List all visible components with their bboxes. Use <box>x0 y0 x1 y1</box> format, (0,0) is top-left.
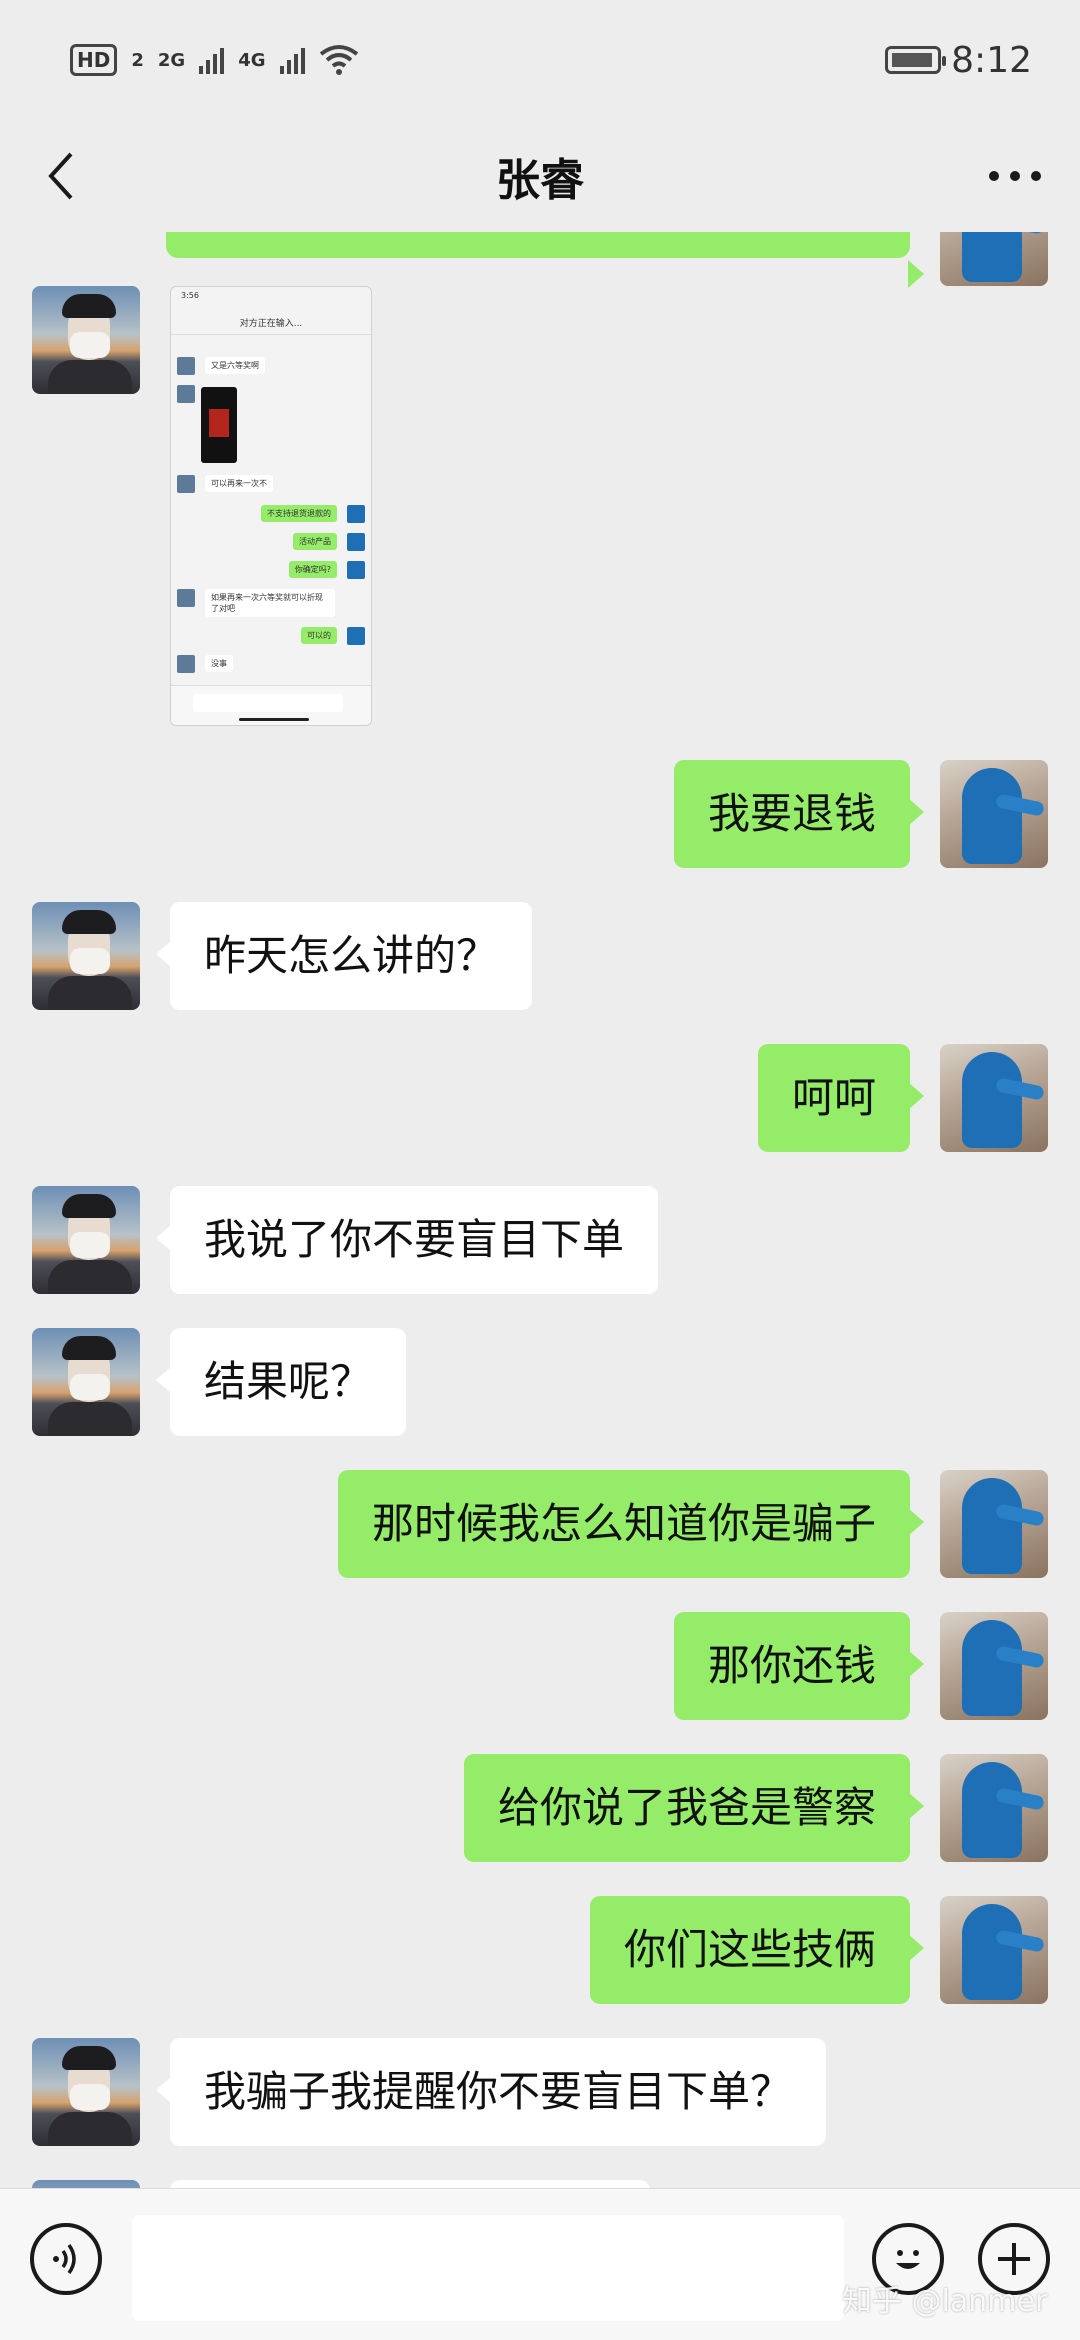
battery-icon <box>885 46 947 74</box>
shot-avatar <box>177 655 195 673</box>
shot-message: 活动产品 <box>293 533 337 550</box>
avatar-other[interactable] <box>32 1328 140 1436</box>
network-4g-label: 4G <box>238 49 266 71</box>
voice-button[interactable] <box>30 2223 102 2295</box>
back-button[interactable] <box>30 146 90 206</box>
hd-sub-label: 2 <box>131 49 144 71</box>
avatar-self[interactable] <box>940 1470 1048 1578</box>
watermark: 知乎 @lanmer <box>842 2284 1048 2319</box>
shot-message: 你确定吗? <box>288 561 337 578</box>
message-bubble-partial[interactable] <box>170 2180 650 2188</box>
network-2g-label: 2G <box>157 49 186 71</box>
shot-message: 不支持退货退款的 <box>261 505 337 522</box>
shot-message: 可以的 <box>301 627 337 644</box>
avatar-self[interactable] <box>940 1612 1048 1720</box>
message-bubble[interactable]: 那你还钱 <box>673 1612 925 1720</box>
signal-icon-2 <box>279 46 305 74</box>
shot-message: 没事 <box>205 655 233 672</box>
avatar-self[interactable] <box>940 232 1048 286</box>
avatar-self[interactable] <box>940 1754 1048 1862</box>
message-bubble[interactable]: 我说了你不要盲目下单 <box>155 1186 659 1294</box>
chevron-left-icon <box>48 152 73 200</box>
message-bubble[interactable]: 那时候我怎么知道你是骗子 <box>337 1470 925 1578</box>
shot-avatar <box>177 385 195 403</box>
message-bubble[interactable]: 结果呢？ <box>155 1328 407 1436</box>
message-bubble-partial[interactable] <box>166 232 924 288</box>
signal-icon <box>199 46 225 74</box>
voice-icon <box>53 2243 76 2275</box>
avatar-other[interactable] <box>32 1186 140 1294</box>
chat-title: 张睿 <box>496 155 584 206</box>
shot-message: 可以再来一次不 <box>205 475 273 492</box>
shot-avatar <box>177 475 195 493</box>
message-bubble[interactable]: 我骗子我提醒你不要盲目下单？ <box>155 2038 827 2146</box>
hd-indicator: HD <box>70 44 118 76</box>
message-bubble[interactable]: 我要退钱 <box>673 760 925 868</box>
avatar-self[interactable] <box>940 1044 1048 1152</box>
message-input[interactable] <box>132 2215 844 2321</box>
shot-input-bar <box>171 685 371 725</box>
avatar-other[interactable] <box>32 286 140 394</box>
avatar-self[interactable] <box>940 760 1048 868</box>
plus-icon <box>998 2243 1030 2275</box>
more-horizontal-icon <box>989 171 1041 181</box>
message-bubble[interactable]: 你们这些技俩 <box>589 1896 925 2004</box>
shot-title: 对方正在输入... <box>171 313 371 335</box>
shot-status: 3:56 <box>171 287 371 313</box>
chat-header: 张睿 <box>0 120 1080 232</box>
shot-avatar <box>177 357 195 375</box>
shot-phone-image <box>201 387 237 463</box>
avatar-other-partial[interactable] <box>32 2180 140 2188</box>
avatar-other[interactable] <box>32 2038 140 2146</box>
avatar-self[interactable] <box>940 1896 1048 2004</box>
shot-message: 又是六等奖啊 <box>205 357 265 374</box>
status-bar: HD 2 2G 4G 8:12 <box>0 0 1080 120</box>
message-bubble[interactable]: 昨天怎么讲的？ <box>155 902 533 1010</box>
shot-time: 3:56 <box>181 291 199 300</box>
wifi-icon <box>319 45 358 75</box>
shot-avatar <box>177 589 195 607</box>
chat-area[interactable]: 3:56 对方正在输入... 又是六等奖啊 可以再来一次不 不支持退货退款的 活… <box>0 232 1080 2188</box>
shot-avatar <box>347 533 365 551</box>
more-button[interactable] <box>980 146 1050 206</box>
emoji-icon <box>896 2250 920 2269</box>
status-right: 8:12 <box>885 40 1032 81</box>
message-bubble[interactable]: 呵呵 <box>757 1044 925 1152</box>
shot-avatar <box>347 627 365 645</box>
avatar-other[interactable] <box>32 902 140 1010</box>
shot-avatar <box>347 561 365 579</box>
status-left: HD 2 2G 4G <box>70 44 359 76</box>
shot-message: 如果再来一次六等奖就可以折现了对吧 <box>205 589 335 617</box>
status-time: 8:12 <box>951 39 1032 81</box>
shot-avatar <box>347 505 365 523</box>
image-message-screenshot[interactable]: 3:56 对方正在输入... 又是六等奖啊 可以再来一次不 不支持退货退款的 活… <box>170 286 372 726</box>
message-bubble[interactable]: 给你说了我爸是警察 <box>463 1754 925 1862</box>
